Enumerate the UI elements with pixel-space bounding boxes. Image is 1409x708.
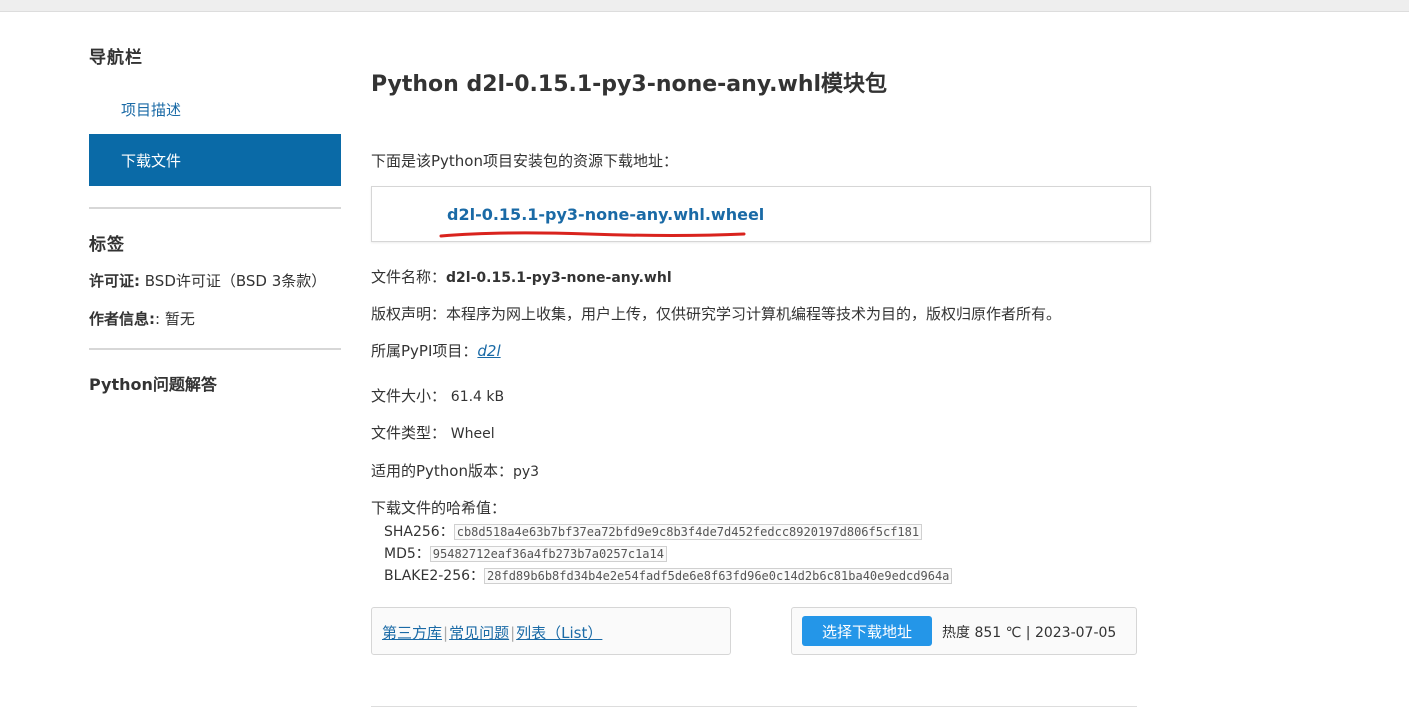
hash-label: BLAKE2-256：	[384, 568, 485, 584]
type-value: Wheel	[450, 426, 495, 442]
link-separator: |	[510, 624, 516, 642]
sidebar-divider	[89, 348, 341, 350]
red-underline-annotation	[439, 231, 746, 238]
hash-row-sha256: SHA256： cb8d518a4e63b7bf37ea72bfd9e9c8b3f…	[384, 521, 923, 541]
page-title: Python d2l-0.15.1-py3-none-any.whl模块包	[371, 72, 888, 97]
sidebar-divider	[89, 207, 341, 209]
hash-row-md5: MD5： 95482712eaf36a4fb273b7a0257c1a14	[384, 543, 667, 563]
type-row: 文件类型： Wheel	[371, 422, 495, 443]
nav-item-label: 下载文件	[121, 151, 182, 170]
author-line: 作者信息:: 暂无	[89, 308, 195, 329]
type-label: 文件类型：	[371, 424, 447, 442]
python-version-row: 适用的Python版本：py3	[371, 460, 539, 481]
license-line: 许可证: BSD许可证（BSD 3条款）	[89, 270, 326, 291]
python-version-value: py3	[513, 464, 540, 480]
select-download-button[interactable]: 选择下载地址	[802, 616, 932, 646]
download-intro: 下面是该Python项目安装包的资源下载地址：	[371, 152, 678, 170]
link-text: 列表（List）	[516, 624, 603, 642]
author-value: : 暂无	[155, 310, 195, 328]
browser-top-bar	[0, 0, 1409, 12]
python-version-label: 适用的Python版本：	[371, 462, 513, 480]
author-label: 作者信息:	[89, 310, 155, 328]
link-faq[interactable]: 常见问题	[449, 624, 509, 642]
related-links: 第三方库|常见问题|列表（List）	[382, 622, 602, 643]
size-label: 文件大小：	[371, 387, 447, 405]
nav-item-label: 项目描述	[121, 100, 182, 119]
download-action-box: 选择下载地址 热度 851 ℃ | 2023-07-05	[791, 607, 1137, 655]
license-label: 许可证:	[89, 272, 140, 290]
download-link[interactable]: d2l-0.15.1-py3-none-any.whl.wheel	[447, 205, 764, 224]
hash-label: MD5：	[384, 546, 430, 562]
size-value: 61.4 kB	[450, 389, 505, 405]
hash-row-blake2: BLAKE2-256： 28fd89b6b8fd34b4e2e54fadf5de6…	[384, 565, 953, 585]
nav-heading: 导航栏	[89, 48, 143, 68]
link-text: 第三方库	[382, 624, 443, 642]
nav-item-project-description[interactable]: 项目描述	[89, 83, 341, 135]
nav-item-download-files[interactable]: 下载文件	[89, 134, 341, 186]
hash-label: SHA256：	[384, 524, 454, 540]
license-value: BSD许可证（BSD 3条款）	[140, 272, 327, 290]
copyright-notice: 版权声明：本程序为网上收集，用户上传，仅供研究学习计算机编程等技术为目的，版权归…	[371, 305, 1062, 323]
link-text: 常见问题	[449, 624, 510, 642]
link-separator: |	[443, 624, 449, 642]
content-bottom-divider	[371, 706, 1137, 707]
pypi-label: 所属PyPI项目：	[371, 342, 478, 360]
filename-label: 文件名称：	[371, 268, 447, 286]
filename-row: 文件名称：d2l-0.15.1-py3-none-any.whl	[371, 266, 672, 287]
heat-and-date: 热度 851 ℃ | 2023-07-05	[942, 625, 1117, 641]
hash-value: 95482712eaf36a4fb273b7a0257c1a14	[429, 546, 667, 562]
hash-value: 28fd89b6b8fd34b4e2e54fadf5de6e8f63fd96e0…	[484, 568, 953, 584]
related-links-box: 第三方库|常见问题|列表（List）	[371, 607, 731, 655]
hash-heading: 下载文件的哈希值：	[371, 499, 507, 517]
link-third-party-libs[interactable]: 第三方库	[382, 624, 442, 642]
size-row: 文件大小： 61.4 kB	[371, 385, 504, 406]
hash-value: cb8d518a4e63b7bf37ea72bfd9e9c8b3f4de7d45…	[453, 524, 923, 540]
pypi-row: 所属PyPI项目：d2l	[371, 340, 501, 361]
pypi-link-text: d2l	[477, 342, 501, 360]
link-list[interactable]: 列表（List）	[516, 624, 602, 642]
pypi-project-link[interactable]: d2l	[477, 342, 500, 360]
tags-heading: 标签	[89, 235, 125, 255]
filename-value: d2l-0.15.1-py3-none-any.whl	[446, 270, 672, 286]
qa-heading[interactable]: Python问题解答	[89, 371, 217, 395]
